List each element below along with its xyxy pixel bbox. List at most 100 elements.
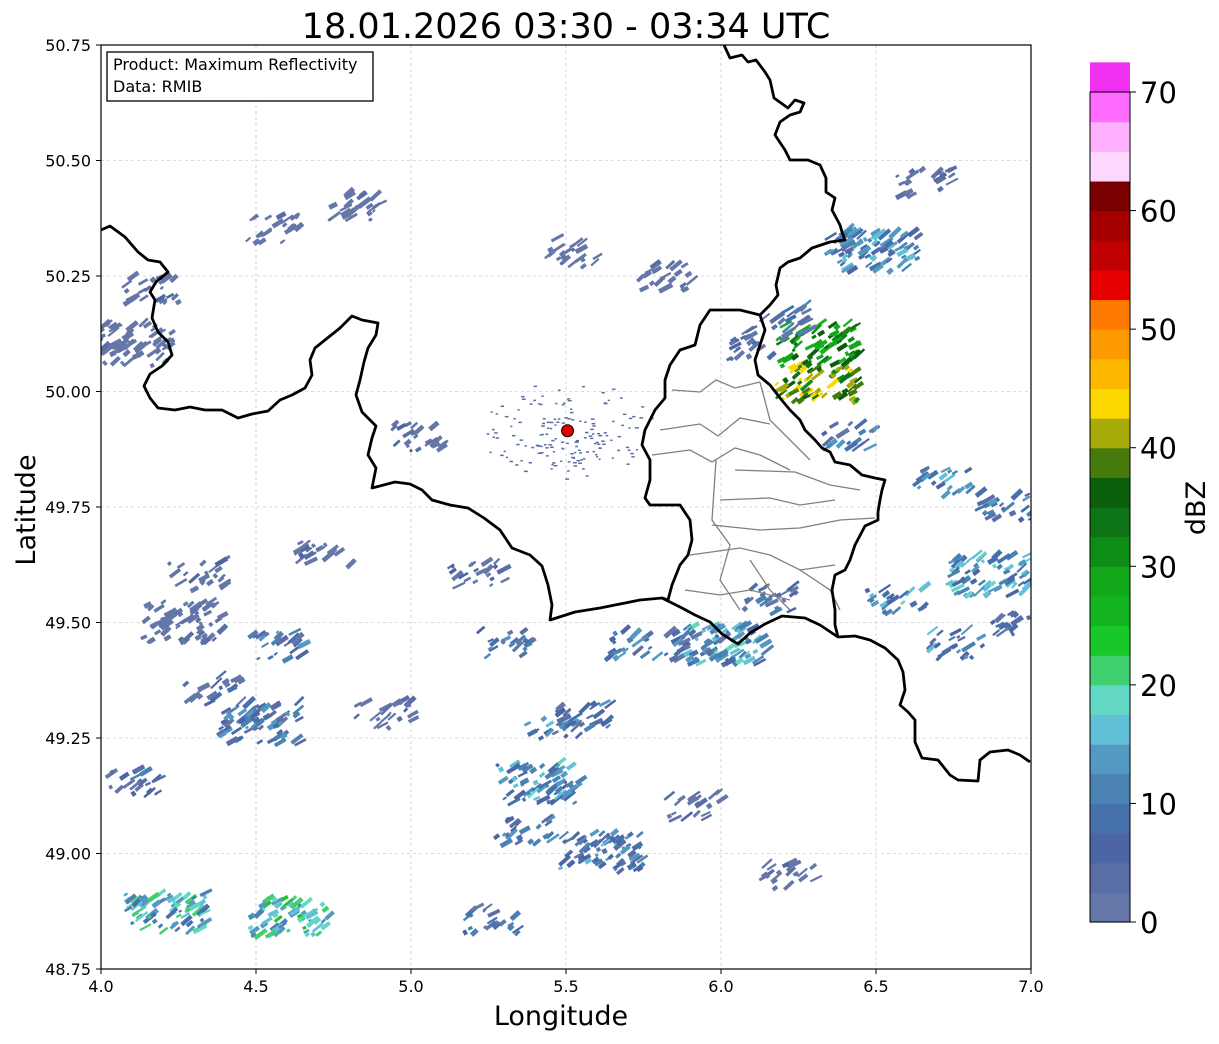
echo-cell: [531, 446, 535, 449]
echo-cell: [500, 454, 504, 457]
colorbar-band: [1090, 803, 1130, 834]
colorbar-tick-label: 40: [1140, 432, 1177, 466]
echo-cell: [598, 434, 603, 437]
echo-cell: [578, 462, 582, 464]
echo-cell: [539, 403, 543, 406]
echo-cell: [598, 458, 601, 461]
echo-cell: [494, 432, 498, 434]
echo-cell: [521, 398, 526, 400]
colorbar-band: [1090, 388, 1130, 419]
echo-cell: [611, 457, 614, 459]
echo-cell: [520, 395, 525, 398]
colorbar-band: [1090, 507, 1130, 538]
echo-cell: [594, 453, 598, 456]
colorbar: 0 10 20 30 40 50 60 70: [1089, 62, 1177, 940]
x-tick-label: 6.5: [863, 977, 888, 996]
echo-cell: [605, 434, 609, 437]
echo-cell: [628, 417, 633, 420]
colorbar-tick-label: 70: [1140, 76, 1177, 110]
echo-cell: [570, 408, 573, 410]
y-tick-label: 49.25: [45, 729, 91, 748]
colorbar-band: [1090, 744, 1130, 775]
echo-cell: [1034, 624, 1041, 630]
echo-cell: [92, 328, 99, 335]
echo-cell: [627, 449, 631, 451]
x-tick-label: 5.5: [553, 977, 578, 996]
echo-cell: [611, 388, 616, 391]
colorbar-band: [1090, 862, 1130, 893]
y-axis: 50.75 50.50 50.25 50.00 49.75 49.50 49.25 49.00…: [45, 36, 101, 979]
echo-cell: [516, 443, 520, 446]
echo-cell: [505, 456, 509, 459]
colorbar-band: [1090, 299, 1130, 330]
echo-cell: [546, 421, 550, 424]
echo-cell: [561, 422, 565, 424]
echo-cell: [598, 447, 602, 449]
echo-cell: [639, 417, 644, 419]
colorbar-band: [1090, 655, 1130, 686]
echo-cell: [547, 427, 550, 429]
echo-cell: [511, 434, 516, 437]
echo-cell: [524, 445, 527, 447]
echo-cell: [1037, 624, 1048, 633]
echo-cell: [517, 409, 520, 411]
y-tick-label: 49.50: [45, 614, 91, 633]
echo-cell: [541, 425, 545, 427]
echo-cell: [549, 421, 554, 424]
radar-site-marker: [561, 424, 575, 438]
echo-cell: [586, 451, 590, 453]
echo-cell: [585, 475, 589, 477]
x-tick-label: 4.5: [243, 977, 268, 996]
echo-cell: [617, 435, 622, 438]
echo-cell: [596, 456, 599, 458]
echo-cell: [579, 420, 582, 423]
echo-cell: [592, 450, 596, 453]
echo-cell: [579, 452, 583, 454]
echo-cell: [495, 413, 499, 415]
echo-cell: [552, 451, 556, 453]
echo-cell: [566, 398, 571, 400]
y-tick-label: 50.75: [45, 36, 91, 55]
echo-cell: [503, 450, 506, 453]
echo-cell: [580, 459, 583, 461]
colorbar-band: [1090, 833, 1130, 864]
echo-cell: [567, 470, 570, 472]
echo-cell: [570, 453, 574, 455]
echo-cell: [582, 468, 585, 470]
echo-cell: [557, 389, 561, 391]
colorbar-band: [1090, 477, 1130, 508]
colorbar-band: [1090, 684, 1130, 716]
echo-cell: [545, 433, 549, 435]
echo-cell: [492, 436, 495, 439]
echo-cell: [628, 427, 631, 429]
x-tick-label: 4.0: [88, 977, 113, 996]
echo-cell: [573, 465, 578, 467]
colorbar-tick-label: 50: [1140, 313, 1177, 347]
echo-cell: [630, 452, 634, 455]
echo-cell: [1033, 613, 1041, 620]
colorbar-band: [1090, 418, 1130, 449]
echo-cell: [632, 415, 636, 418]
colorbar-band: [1090, 536, 1130, 567]
echo-cell: [621, 424, 624, 427]
echo-cell: [555, 402, 558, 405]
echo-cell: [582, 458, 586, 460]
echo-cell: [635, 449, 638, 451]
echo-cell: [548, 443, 553, 446]
colorbar-band: [1090, 151, 1130, 182]
echo-cell: [533, 399, 536, 402]
echo-cell: [590, 428, 594, 431]
echo-cell: [504, 415, 509, 418]
plot-area: Product: Maximum Reflectivity Data: RMIB: [92, 44, 1048, 970]
echo-cell: [553, 418, 557, 421]
y-tick-label: 48.75: [45, 960, 91, 979]
echo-cell: [619, 397, 623, 399]
echo-cell: [574, 451, 577, 454]
echo-cell: [554, 424, 557, 426]
echo-cell: [523, 470, 528, 473]
colorbar-band: [1090, 92, 1130, 123]
colorbar-band: [1090, 892, 1130, 923]
colorbar-tick-label: 60: [1140, 195, 1177, 229]
echo-cell: [578, 449, 581, 452]
echo-cell: [513, 417, 516, 420]
